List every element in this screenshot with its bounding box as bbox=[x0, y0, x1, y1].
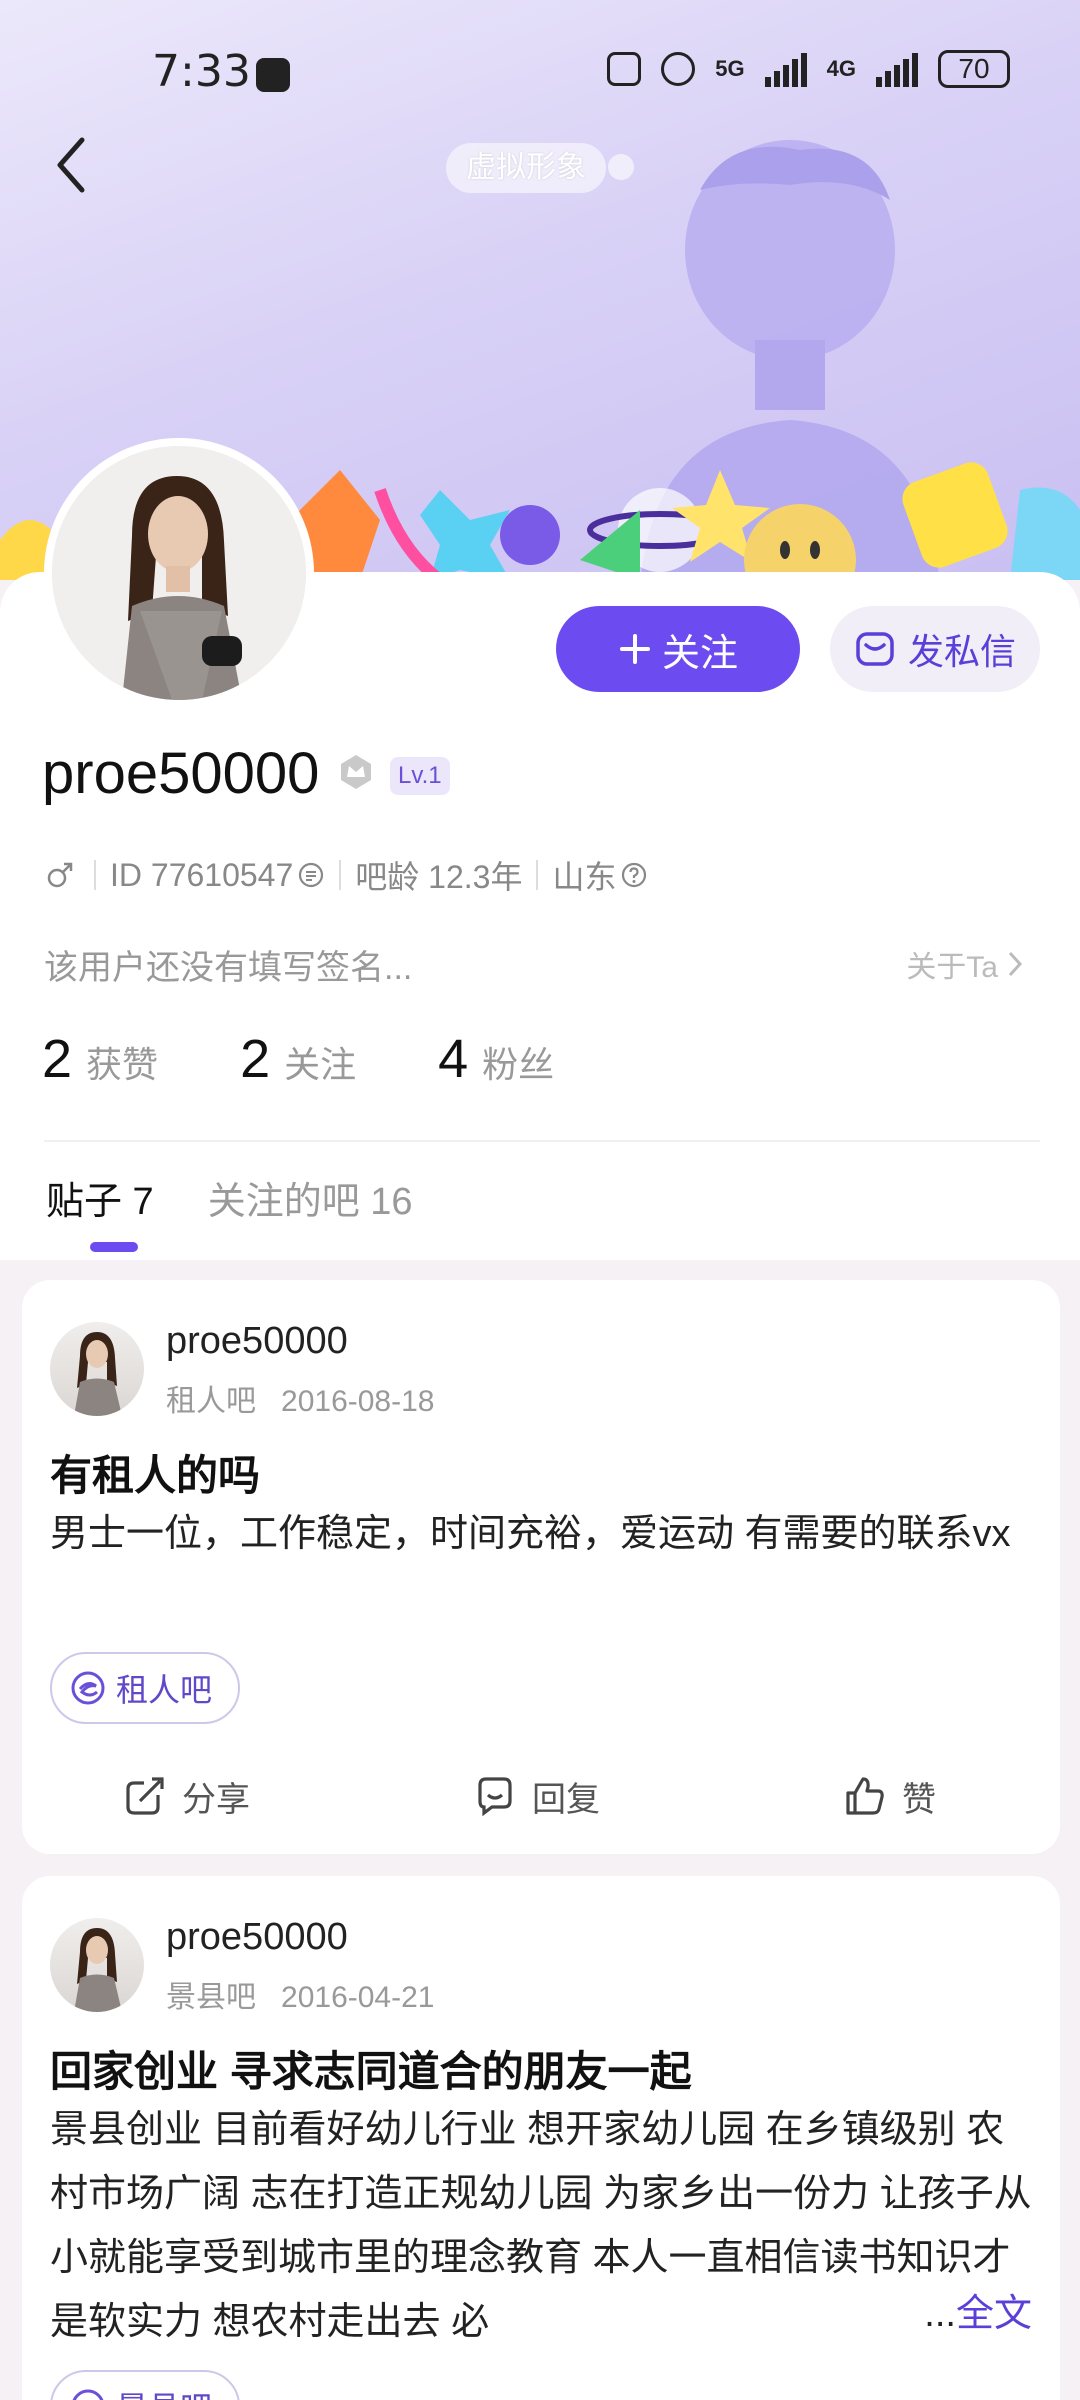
post-date: 2016-08-18 bbox=[281, 1385, 435, 1418]
share-button[interactable]: 分享 bbox=[122, 1756, 250, 1836]
meta-separator bbox=[536, 860, 539, 890]
comment-icon bbox=[478, 1777, 512, 1817]
stat-likes-count: 2 bbox=[42, 1029, 73, 1089]
post-avatar[interactable] bbox=[50, 1322, 144, 1416]
share-icon bbox=[126, 1777, 164, 1815]
status-icons: 5G 4G 70 bbox=[607, 50, 1010, 88]
meta-separator bbox=[94, 860, 96, 890]
post-title: 回家创业 寻求志同道合的朋友一起 bbox=[50, 2048, 692, 2095]
forum-chip-label: 租人吧 bbox=[116, 1672, 213, 1708]
avatar[interactable] bbox=[44, 438, 314, 708]
user-id: ID 77610547 bbox=[110, 856, 294, 893]
post-username[interactable]: proe50000 bbox=[166, 1320, 348, 1363]
stat-likes-label: 获赞 bbox=[86, 1044, 159, 1085]
notification-icon bbox=[256, 58, 290, 92]
stats-row: 2 获赞 2 关注 4 粉丝 bbox=[42, 1028, 636, 1090]
private-message-label: 发私信 bbox=[907, 631, 1016, 672]
active-tab-indicator bbox=[90, 1242, 138, 1252]
avatar-photo-icon bbox=[52, 446, 306, 700]
stat-likes[interactable]: 2 获赞 bbox=[42, 1028, 158, 1090]
post-meta: 景县吧 2016-04-21 bbox=[166, 1972, 434, 2016]
tag-dot bbox=[608, 154, 634, 180]
forum-chip[interactable]: 租人吧 bbox=[50, 1652, 241, 1724]
share-label: 分享 bbox=[182, 1780, 250, 1819]
follow-button[interactable]: 关注 bbox=[556, 606, 800, 692]
nfc-icon bbox=[607, 52, 642, 86]
profile-meta-row: ID 77610547 吧龄 12.3年 山东 bbox=[44, 852, 648, 898]
stat-fans-label: 粉丝 bbox=[482, 1044, 555, 1085]
post-actions: 分享 回复 赞 bbox=[22, 1756, 1060, 1836]
tab-followed-bars[interactable]: 关注的吧 16 bbox=[208, 1170, 413, 1255]
stat-following-label: 关注 bbox=[284, 1044, 357, 1085]
post-card[interactable]: proe50000 租人吧 2016-08-18 有租人的吗 男士一位，工作稳定… bbox=[22, 1280, 1060, 1854]
like-button[interactable]: 赞 bbox=[842, 1756, 936, 1836]
post-forum: 租人吧 bbox=[166, 1385, 256, 1418]
avatar-photo-icon bbox=[74, 1928, 122, 2012]
location: 山东 bbox=[552, 859, 617, 895]
forum-logo-icon bbox=[72, 2389, 104, 2400]
ellipsis: ... bbox=[924, 2293, 956, 2335]
stat-fans[interactable]: 4 粉丝 bbox=[438, 1028, 554, 1090]
mail-icon bbox=[856, 632, 894, 666]
private-message-button[interactable]: 发私信 bbox=[830, 606, 1040, 692]
post-forum: 景县吧 bbox=[166, 1981, 256, 2014]
divider bbox=[44, 1140, 1040, 1142]
avatar-photo-icon bbox=[74, 1332, 122, 1416]
reply-button[interactable]: 回复 bbox=[472, 1756, 600, 1836]
post-card[interactable]: proe50000 景县吧 2016-04-21 回家创业 寻求志同道合的朋友一… bbox=[22, 1876, 1060, 2400]
forum-logo-icon bbox=[71, 1671, 105, 1705]
help-icon[interactable] bbox=[620, 861, 648, 889]
stat-following-count: 2 bbox=[240, 1029, 271, 1089]
level-badge: Lv.1 bbox=[390, 757, 450, 795]
chevron-right-icon bbox=[1008, 951, 1023, 977]
reply-label: 回复 bbox=[532, 1780, 600, 1819]
stat-following[interactable]: 2 关注 bbox=[240, 1028, 356, 1090]
signal-bars-icon-2 bbox=[876, 51, 918, 87]
user-signature: 该用户还没有填写签名... bbox=[44, 949, 413, 987]
post-username[interactable]: proe50000 bbox=[166, 1916, 348, 1959]
follow-button-label: 关注 bbox=[661, 632, 738, 675]
copy-id-icon[interactable] bbox=[297, 861, 325, 889]
plus-icon bbox=[619, 634, 650, 664]
post-title: 有租人的吗 bbox=[50, 1452, 261, 1499]
post-body: 男士一位，工作稳定，时间充裕，爱运动 有需要的联系vx bbox=[50, 1513, 1011, 1555]
like-label: 赞 bbox=[902, 1780, 936, 1819]
status-bar: 7:33 5G 4G 70 bbox=[0, 40, 1080, 100]
read-more-label: 全文 bbox=[955, 2293, 1032, 2335]
signal-4g-label: 4G bbox=[826, 56, 856, 81]
crown-badge-icon bbox=[341, 755, 371, 789]
clock-time: 7:33 bbox=[152, 46, 251, 97]
meta-separator bbox=[339, 860, 342, 890]
post-avatar[interactable] bbox=[50, 1918, 144, 2012]
virtual-avatar-tag[interactable]: 虚拟形象 bbox=[446, 143, 606, 193]
post-meta: 租人吧 2016-08-18 bbox=[166, 1376, 434, 1420]
profile-username: proe50000 bbox=[42, 741, 320, 806]
back-arrow-icon[interactable] bbox=[48, 130, 98, 200]
read-more-link[interactable]: ...全文 bbox=[844, 2282, 1032, 2346]
post-date: 2016-04-21 bbox=[281, 1981, 435, 2014]
forum-chip[interactable]: 景县吧 bbox=[50, 2370, 241, 2400]
alarm-icon bbox=[661, 52, 696, 86]
stat-fans-count: 4 bbox=[438, 1029, 469, 1089]
signal-5g-label: 5G bbox=[715, 56, 745, 81]
battery-icon: 70 bbox=[938, 50, 1010, 88]
about-label: 关于Ta bbox=[906, 951, 998, 984]
signal-bars-icon bbox=[764, 51, 807, 87]
male-icon bbox=[47, 862, 73, 888]
about-link[interactable]: 关于Ta bbox=[906, 942, 1026, 986]
forum-chip-label: 景县吧 bbox=[116, 2383, 212, 2400]
thumbs-up-icon bbox=[846, 1777, 884, 1815]
bar-age: 吧龄 12.3年 bbox=[355, 859, 523, 895]
